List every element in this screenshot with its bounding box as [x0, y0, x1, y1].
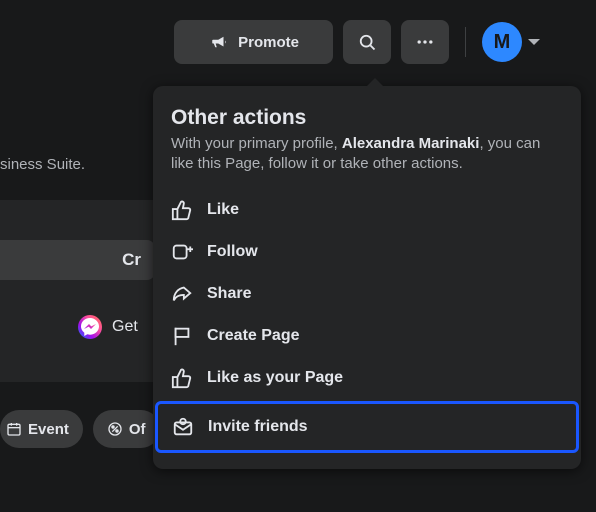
menu-item-label: Create Page — [207, 327, 300, 345]
chip-row: Event Of — [0, 410, 160, 448]
offers-chip[interactable]: Of — [93, 410, 160, 448]
partial-create-label: Cr — [122, 250, 141, 270]
partial-create-button[interactable]: Cr — [0, 240, 155, 280]
menu-item-label: Follow — [207, 243, 258, 261]
calendar-icon — [6, 421, 22, 437]
profile-switcher[interactable]: M — [482, 22, 540, 62]
promote-button[interactable]: Promote — [174, 20, 333, 64]
menu-item-follow[interactable]: Follow — [153, 231, 581, 273]
menu-item-label: Invite friends — [208, 418, 308, 436]
chevron-down-icon — [528, 39, 540, 45]
more-icon — [415, 32, 435, 52]
flag-icon — [171, 325, 193, 347]
thumbs-up-icon — [171, 367, 193, 389]
other-actions-dropdown: Other actions With your primary profile,… — [153, 86, 581, 469]
page-toolbar: Promote M — [0, 0, 596, 64]
menu-item-label: Like as your Page — [207, 369, 343, 387]
divider — [465, 27, 466, 57]
avatar-letter: M — [494, 31, 511, 54]
search-button[interactable] — [343, 20, 391, 64]
search-icon — [357, 32, 377, 52]
partial-suite-text: siness Suite. — [0, 156, 85, 173]
percent-icon — [107, 421, 123, 437]
profile-name: Alexandra Marinaki — [342, 135, 480, 152]
dropdown-subtitle: With your primary profile, Alexandra Mar… — [153, 134, 581, 189]
more-button[interactable] — [401, 20, 449, 64]
promote-label: Promote — [238, 34, 299, 51]
share-icon — [171, 283, 193, 305]
offers-chip-label: Of — [129, 421, 146, 438]
follow-icon — [171, 241, 193, 263]
thumbs-up-icon — [171, 199, 193, 221]
messenger-icon — [78, 315, 102, 339]
megaphone-icon — [208, 31, 230, 53]
dropdown-title: Other actions — [153, 100, 581, 134]
menu-item-label: Share — [207, 285, 251, 303]
event-chip-label: Event — [28, 421, 69, 438]
menu-item-create-page[interactable]: Create Page — [153, 315, 581, 357]
partial-panel — [0, 200, 155, 382]
event-chip[interactable]: Event — [0, 410, 83, 448]
messenger-link[interactable]: Get — [78, 315, 138, 339]
menu-item-label: Like — [207, 201, 239, 219]
messenger-label: Get — [112, 318, 138, 336]
menu-item-like[interactable]: Like — [153, 189, 581, 231]
invite-icon — [172, 416, 194, 438]
menu-item-share[interactable]: Share — [153, 273, 581, 315]
avatar: M — [482, 22, 522, 62]
menu-item-invite-friends[interactable]: Invite friends — [155, 401, 579, 453]
menu-item-like-as-page[interactable]: Like as your Page — [153, 357, 581, 399]
